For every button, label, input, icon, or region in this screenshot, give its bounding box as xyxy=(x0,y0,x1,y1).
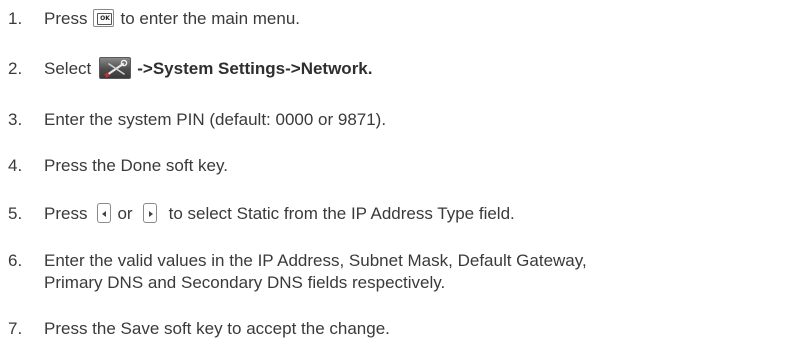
left-navigation-key-icon xyxy=(97,202,112,223)
step-text: to select Static from the IP Address Typ… xyxy=(168,204,515,223)
step-number: 6. xyxy=(8,251,23,270)
ok-key-icon: OK xyxy=(93,8,115,27)
step-number: 3. xyxy=(8,110,23,129)
step-text-line-2: Primary DNS and Secondary DNS fields res… xyxy=(44,273,446,292)
step-number: 4. xyxy=(8,156,23,175)
step-text: to enter the main menu. xyxy=(120,9,301,28)
system-settings-icon xyxy=(99,56,132,79)
step-text-line-1: Enter the valid values in the IP Address… xyxy=(44,251,587,270)
step-number: 2. xyxy=(8,59,23,78)
step-text: Enter the system PIN (default: 0000 or 9… xyxy=(44,110,387,129)
step-text: Select xyxy=(44,59,92,78)
step-text: Press the Save soft key to accept the ch… xyxy=(44,319,390,338)
right-navigation-key-icon xyxy=(142,202,157,223)
step-number: 7. xyxy=(8,319,23,338)
step-text: Press xyxy=(44,204,88,223)
step-text-bold: ->System Settings->Network. xyxy=(137,59,373,78)
step-number: 1. xyxy=(8,9,23,28)
ok-key-label: OK xyxy=(97,12,113,25)
step-text: Press the Done soft key. xyxy=(44,156,228,175)
step-text: or xyxy=(117,204,133,223)
step-text: Press xyxy=(44,9,88,28)
step-number: 5. xyxy=(8,204,23,223)
